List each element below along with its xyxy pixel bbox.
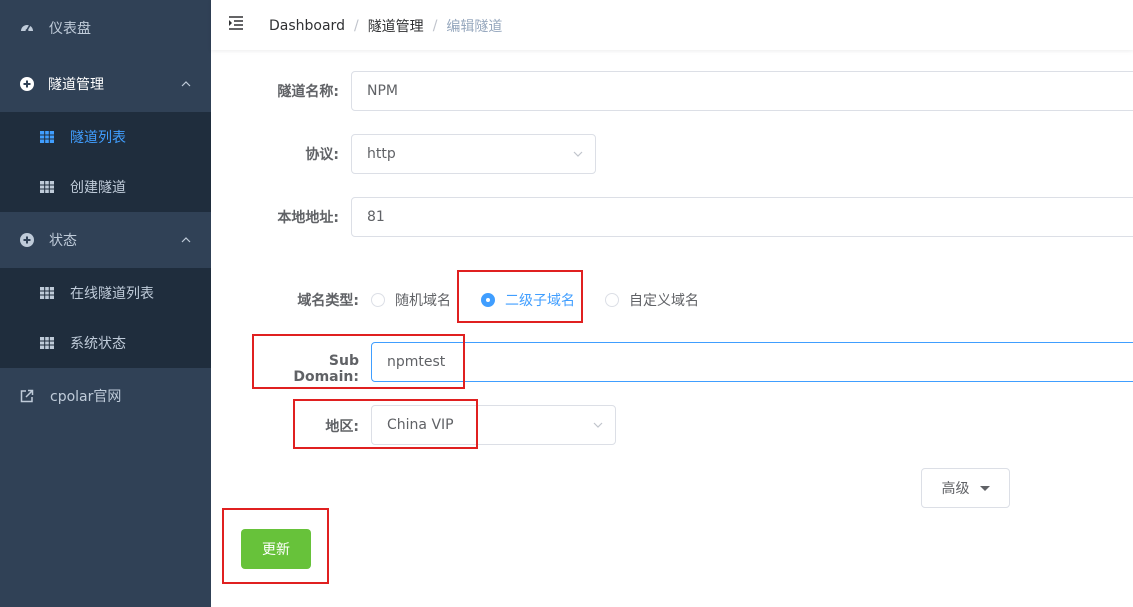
table-icon (40, 131, 54, 143)
tunnel-name-label: 隧道名称: (277, 84, 339, 100)
protocol-value: http (367, 146, 396, 162)
subdomain-value: npmtest (387, 354, 446, 370)
plus-circle-icon (20, 233, 34, 247)
subdomain-label: Sub Domain: (293, 353, 359, 385)
chevron-down-icon (593, 422, 603, 428)
chevron-up-icon (181, 81, 191, 87)
dashboard-icon (20, 21, 34, 35)
sidebar-item-system-status[interactable]: 系统状态 (0, 318, 211, 368)
top-navbar: Dashboard / 隧道管理 / 编辑隧道 (211, 0, 1133, 50)
breadcrumb-tunnel-management[interactable]: 隧道管理 (368, 16, 424, 36)
radio-random-domain[interactable]: 随机域名 (371, 290, 451, 310)
menu-label-tunnel-management: 隧道管理 (48, 77, 104, 93)
sidebar-item-create-tunnel[interactable]: 创建隧道 (0, 162, 211, 212)
region-value: China VIP (387, 417, 454, 433)
radio-circle-checked (481, 293, 495, 307)
radio-label-random-domain: 随机域名 (395, 293, 451, 309)
menu-label-official-site: cpolar官网 (50, 389, 122, 405)
menu-item-dashboard[interactable]: 仪表盘 (0, 0, 211, 56)
protocol-label: 协议: (305, 147, 339, 163)
menu-item-tunnel-management[interactable]: 隧道管理 (0, 56, 211, 112)
region-label: 地区: (325, 419, 359, 435)
advanced-dropdown-button[interactable]: 高级 (921, 468, 1010, 508)
table-icon (40, 287, 54, 299)
table-icon (40, 181, 54, 193)
breadcrumb-dashboard[interactable]: Dashboard (269, 18, 345, 34)
local-address-input[interactable]: 81 (351, 197, 1133, 237)
radio-circle (605, 293, 619, 307)
subdomain-input[interactable]: npmtest (371, 342, 1133, 382)
radio-label-subdomain: 二级子域名 (505, 293, 575, 309)
sidebar-label-create-tunnel: 创建隧道 (70, 180, 126, 196)
caret-down-icon (979, 485, 990, 491)
sidebar: 仪表盘 隧道管理 隧道列表 创建隧道 状态 在线隧道列表 系统状态 cpolar… (0, 0, 211, 607)
external-link-icon (20, 389, 34, 403)
menu-item-status[interactable]: 状态 (0, 212, 211, 268)
breadcrumb-separator: / (353, 18, 359, 34)
table-icon (40, 337, 54, 349)
region-select[interactable]: China VIP (371, 405, 616, 445)
update-button[interactable]: 更新 (241, 529, 311, 569)
radio-subdomain[interactable]: 二级子域名 (481, 290, 575, 310)
breadcrumb-separator: / (432, 18, 438, 34)
radio-custom-domain[interactable]: 自定义域名 (605, 290, 699, 310)
sidebar-item-tunnel-list[interactable]: 隧道列表 (0, 112, 211, 162)
radio-circle (371, 293, 385, 307)
local-address-label: 本地地址: (277, 210, 339, 226)
domain-type-label: 域名类型: (297, 293, 359, 309)
sidebar-label-system-status: 系统状态 (70, 336, 126, 352)
sidebar-label-online-tunnels: 在线隧道列表 (70, 286, 154, 302)
plus-circle-icon (20, 77, 34, 91)
advanced-label: 高级 (941, 481, 970, 497)
submenu-status: 在线隧道列表 系统状态 (0, 268, 211, 368)
local-address-value: 81 (367, 209, 385, 225)
menu-label-status: 状态 (49, 233, 77, 249)
radio-label-custom-domain: 自定义域名 (629, 293, 699, 309)
breadcrumb: Dashboard / 隧道管理 / 编辑隧道 (269, 16, 502, 36)
menu-item-official-site[interactable]: cpolar官网 (0, 368, 211, 424)
sidebar-item-online-tunnels[interactable]: 在线隧道列表 (0, 268, 211, 318)
chevron-up-icon (181, 237, 191, 243)
breadcrumb-current: 编辑隧道 (446, 19, 503, 35)
tunnel-name-value: NPM (367, 83, 398, 99)
menu-fold-icon[interactable] (228, 15, 244, 31)
chevron-down-icon (573, 151, 583, 157)
menu-label-dashboard: 仪表盘 (49, 21, 91, 37)
sidebar-label-tunnel-list: 隧道列表 (70, 130, 126, 146)
submenu-tunnel-management: 隧道列表 创建隧道 (0, 112, 211, 212)
protocol-select[interactable]: http (351, 134, 596, 174)
tunnel-name-input[interactable]: NPM (351, 71, 1133, 111)
